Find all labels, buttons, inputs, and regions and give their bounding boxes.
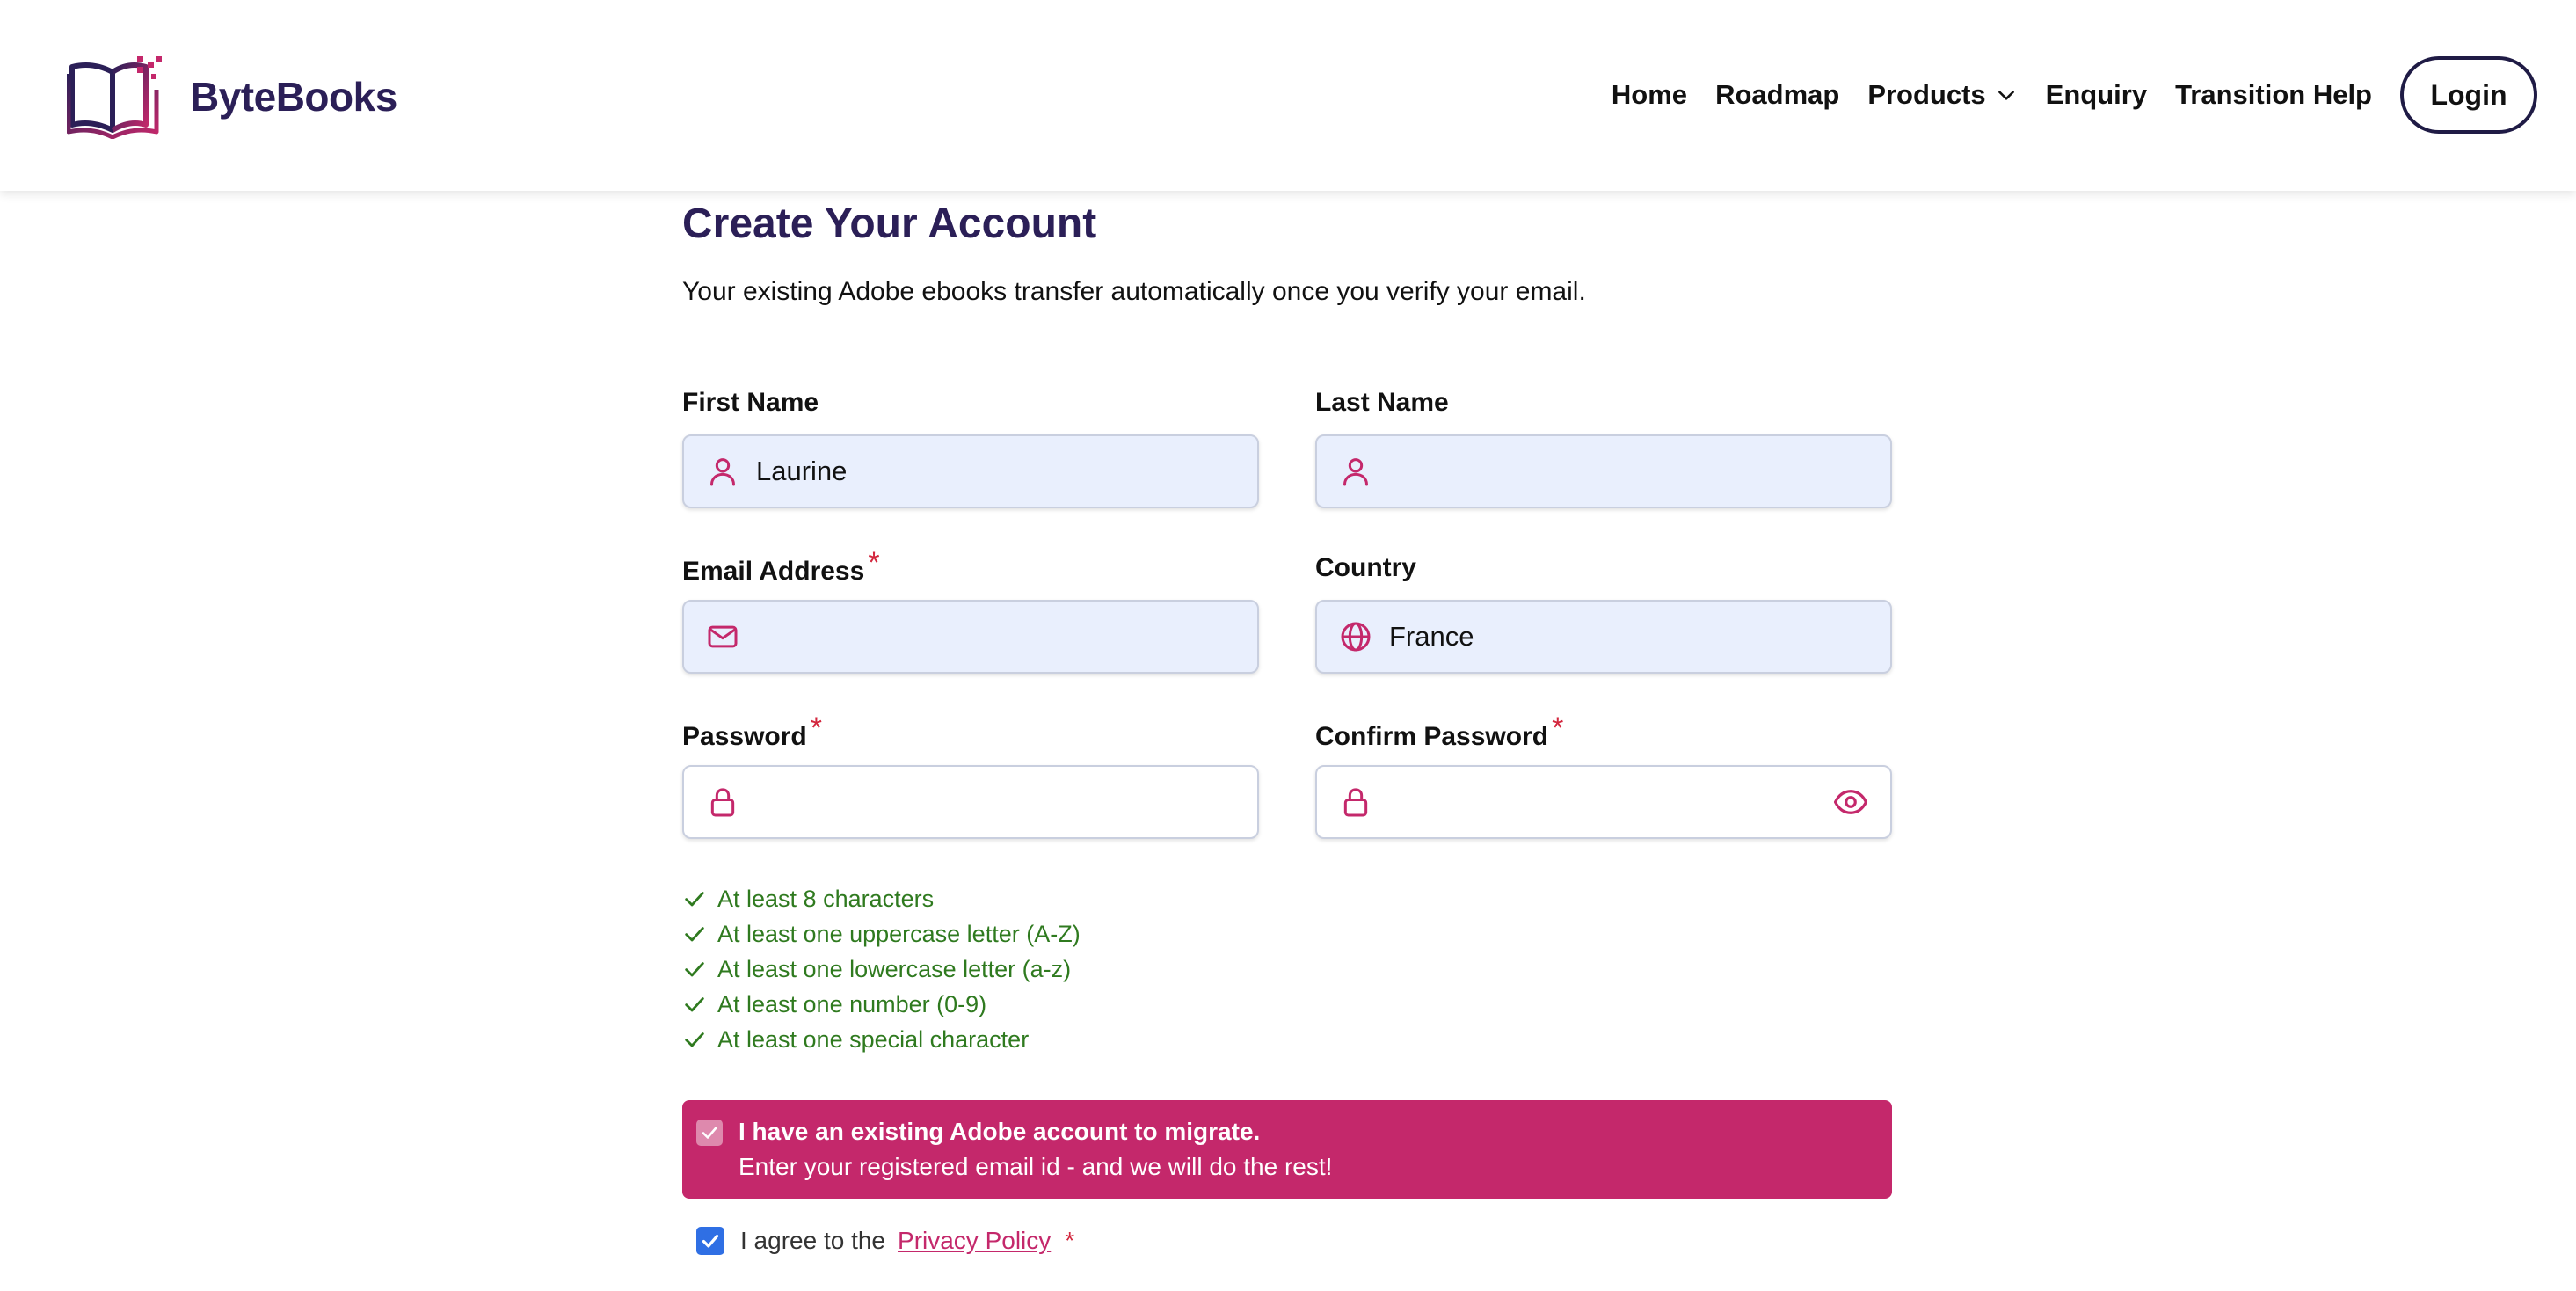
email-label: Email Address * [682, 546, 880, 587]
required-mark: * [1065, 1227, 1075, 1254]
nav-home[interactable]: Home [1612, 79, 1687, 111]
password-rules: At least 8 characters At least one upper… [682, 881, 1081, 1057]
nav-products[interactable]: Products [1867, 79, 2017, 111]
privacy-policy-link[interactable]: Privacy Policy [898, 1227, 1051, 1255]
main-nav: Home Roadmap Products Enquiry Transition… [1612, 56, 2537, 134]
user-icon [710, 458, 735, 486]
page-subtitle: Your existing Adobe ebooks transfer auto… [682, 277, 1586, 306]
rule-text: At least one special character [717, 1025, 1030, 1053]
password-field[interactable] [682, 765, 1259, 839]
rule-item: At least one lowercase letter (a-z) [682, 952, 1081, 987]
email-field[interactable] [682, 600, 1259, 674]
privacy-agree-row: I agree to the Privacy Policy * [696, 1227, 1074, 1255]
check-icon [685, 997, 704, 1012]
migration-banner[interactable]: I have an existing Adobe account to migr… [682, 1100, 1892, 1199]
site-header: ByteBooks Home Roadmap Products Enquiry … [0, 0, 2576, 191]
check-icon [702, 1234, 719, 1248]
last-name-field[interactable] [1315, 434, 1892, 508]
nav-enquiry[interactable]: Enquiry [2046, 79, 2147, 111]
nav-transition-help[interactable]: Transition Help [2175, 79, 2372, 111]
migration-title: I have an existing Adobe account to migr… [739, 1118, 1261, 1145]
chevron-down-icon [1997, 91, 2014, 100]
email-label-text: Email Address [682, 557, 865, 586]
page-title: Create Your Account [682, 201, 1097, 247]
check-icon [685, 1032, 704, 1047]
first-name-field[interactable] [682, 434, 1259, 508]
password-input[interactable] [740, 767, 1257, 837]
check-icon [685, 962, 704, 977]
last-name-label: Last Name [1315, 388, 1449, 418]
email-input[interactable] [740, 602, 1257, 672]
rule-item: At least one number (0-9) [682, 987, 1081, 1022]
rule-text: At least one lowercase letter (a-z) [717, 955, 1072, 982]
password-label: Password * [682, 711, 822, 753]
rule-item: At least 8 characters [682, 881, 1081, 916]
country-label-text: Country [1315, 553, 1416, 582]
last-name-input[interactable] [1373, 436, 1890, 507]
confirm-password-label-text: Confirm Password [1315, 722, 1549, 751]
rule-text: At least one number (0-9) [717, 990, 987, 1017]
migration-checkbox[interactable] [696, 1120, 723, 1146]
confirm-password-label: Confirm Password * [1315, 711, 1563, 753]
check-icon [685, 892, 704, 907]
country-input[interactable] [1373, 602, 1890, 672]
required-mark: * [868, 546, 880, 580]
lock-icon [1343, 788, 1368, 817]
confirm-password-input[interactable] [1373, 767, 1832, 837]
user-icon [1343, 458, 1368, 486]
last-name-label-text: Last Name [1315, 388, 1449, 417]
lock-icon [710, 788, 735, 817]
mail-icon [708, 625, 738, 648]
required-mark: * [1552, 711, 1564, 745]
privacy-checkbox[interactable] [696, 1227, 724, 1255]
first-name-label: First Name [682, 388, 819, 418]
required-mark: * [810, 711, 822, 745]
globe-icon [1341, 622, 1371, 652]
confirm-password-field[interactable] [1315, 765, 1892, 839]
check-icon [702, 1127, 717, 1139]
brand-name: ByteBooks [190, 74, 397, 120]
password-label-text: Password [682, 722, 807, 751]
book-logo-icon [67, 56, 162, 139]
country-field[interactable] [1315, 600, 1892, 674]
check-icon [685, 927, 704, 942]
country-label: Country [1315, 553, 1416, 583]
agree-text: I agree to the [740, 1227, 886, 1254]
rule-item: At least one special character [682, 1022, 1081, 1057]
rule-text: At least 8 characters [717, 885, 935, 912]
brand-logo[interactable]: ByteBooks [67, 55, 397, 139]
rule-item: At least one uppercase letter (A-Z) [682, 916, 1081, 952]
first-name-label-text: First Name [682, 388, 819, 417]
eye-icon[interactable] [1832, 784, 1869, 821]
first-name-input[interactable] [740, 436, 1257, 507]
nav-products-label: Products [1867, 79, 1986, 110]
login-button[interactable]: Login [2400, 56, 2537, 134]
migration-text: Enter your registered email id - and we … [739, 1153, 1333, 1180]
nav-roadmap[interactable]: Roadmap [1715, 79, 1839, 111]
rule-text: At least one uppercase letter (A-Z) [717, 920, 1081, 947]
